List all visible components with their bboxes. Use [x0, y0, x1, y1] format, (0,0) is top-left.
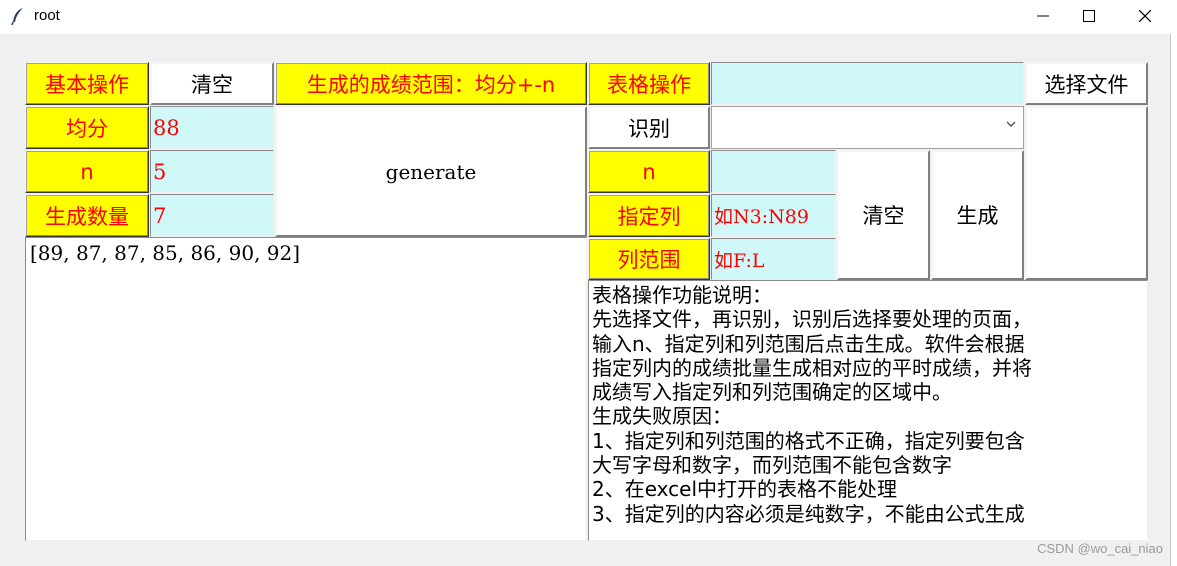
minimize-button[interactable]: [1020, 0, 1066, 32]
result-textbox[interactable]: [89, 87, 87, 85, 86, 90, 92]: [25, 237, 587, 541]
range-input[interactable]: 如F:L: [711, 238, 836, 280]
count-input[interactable]: 7: [150, 194, 274, 237]
feather-icon: [11, 8, 23, 26]
result-text: [89, 87, 87, 85, 86, 90, 92]: [30, 241, 301, 265]
mean-label: 均分: [25, 106, 149, 149]
close-icon: [1139, 10, 1151, 22]
generate-button[interactable]: generate: [275, 106, 587, 237]
table-n-label: n: [588, 150, 710, 193]
n-input[interactable]: 5: [150, 150, 274, 193]
watermark: CSDN @wo_cai_niao: [1037, 541, 1163, 556]
score-range-label: 生成的成绩范围：均分+-n: [275, 62, 587, 105]
description-line: 1、指定列和列范围的格式不正确，指定列要包含: [592, 428, 1025, 453]
range-label: 列范围: [588, 238, 710, 280]
description-line: 表格操作功能说明：: [592, 283, 772, 307]
description-line: 大写字母和数字，而列范围不能包含数字: [592, 453, 952, 478]
window-right-border: [1170, 34, 1171, 566]
basic-ops-label: 基本操作: [25, 62, 149, 105]
description-line: 输入n、指定列和列范围后点击生成。软件会根据: [592, 331, 1025, 356]
description-line: 成绩写入指定列和列范围确定的区域中。: [592, 380, 952, 405]
minimize-icon: [1037, 15, 1049, 17]
description-line: 3、指定列的内容必须是纯数字，不能由公式生成: [592, 501, 1025, 526]
mean-input[interactable]: 88: [150, 106, 274, 149]
title-bar: root: [0, 0, 1177, 34]
select-file-button[interactable]: 选择文件: [1025, 62, 1148, 105]
window-title: root: [34, 7, 60, 24]
table-n-input[interactable]: [711, 150, 836, 193]
close-button[interactable]: [1122, 0, 1168, 32]
column-label: 指定列: [588, 194, 710, 237]
table-generate-button[interactable]: 生成: [931, 150, 1024, 280]
count-label: 生成数量: [25, 194, 149, 237]
sheet-select[interactable]: [711, 106, 1024, 149]
maximize-icon: [1083, 10, 1095, 22]
column-input[interactable]: 如N3:N89: [711, 194, 836, 237]
description-line: 指定列内的成绩批量生成相对应的平时成绩，并将: [592, 355, 1032, 380]
file-path-input[interactable]: [711, 62, 1024, 105]
description-line: 先选择文件，再识别，识别后选择要处理的页面，: [592, 307, 1032, 332]
table-clear-button[interactable]: 清空: [837, 150, 930, 280]
maximize-button[interactable]: [1066, 0, 1112, 32]
table-ops-label: 表格操作: [588, 62, 710, 105]
description-line: 2、在excel中打开的表格不能处理: [592, 477, 898, 502]
basic-clear-button[interactable]: 清空: [150, 62, 274, 105]
description-textbox[interactable]: 表格操作功能说明： 先选择文件，再识别，识别后选择要处理的页面， 输入n、指定列…: [588, 280, 1148, 541]
description-line: 生成失败原因：: [592, 404, 732, 429]
n-label: n: [25, 150, 149, 193]
blank-panel: [1025, 106, 1148, 280]
recognize-button[interactable]: 识别: [588, 106, 710, 149]
chevron-down-icon: [1006, 121, 1016, 127]
